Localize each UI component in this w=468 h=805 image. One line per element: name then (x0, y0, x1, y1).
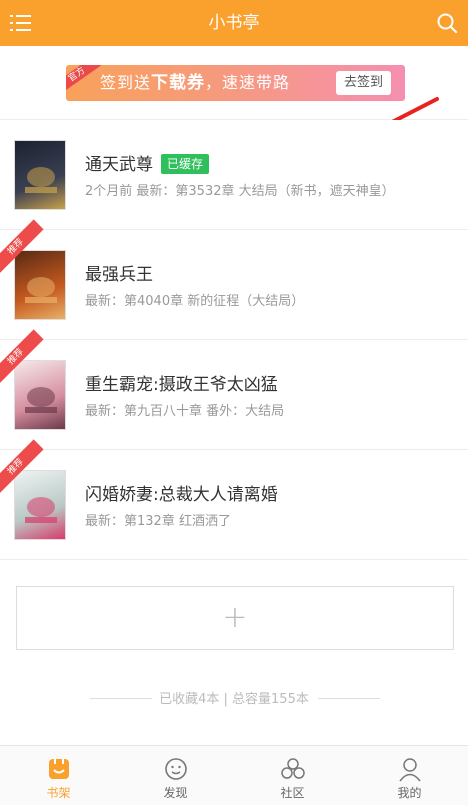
bottom-tab-bar: 书架 发现 社区 我的 (0, 745, 468, 805)
divider-left (90, 698, 152, 699)
cached-badge: 已缓存 (161, 154, 210, 174)
tab-profile[interactable]: 我的 (351, 746, 468, 805)
tab-label: 发现 (163, 786, 188, 800)
shelf-stats-text: 已收藏4本 | 总容量155本 (159, 692, 309, 707)
book-title: 重生霸宠:摄政王爷太凶猛 (85, 370, 278, 395)
top-app-bar: 小书亭 (0, 0, 468, 46)
book-cover (14, 470, 66, 540)
divider-right (318, 698, 380, 699)
banner-text-bold: 下载券 (151, 73, 206, 93)
tab-discover[interactable]: 发现 (117, 746, 234, 805)
book-latest-chapter: 最新：第132章 红酒洒了 (85, 514, 231, 529)
book-title: 最强兵王 (85, 260, 153, 285)
book-title-text: 闪婚娇妻:总裁大人请离婚 (85, 485, 278, 505)
tab-community[interactable]: 社区 (234, 746, 351, 805)
book-title: 通天武尊 已缓存 (85, 150, 210, 175)
book-title-text: 最强兵王 (85, 265, 153, 285)
checkin-button[interactable]: 去签到 (335, 71, 391, 95)
search-icon[interactable] (436, 12, 458, 34)
tab-label: 我的 (397, 786, 422, 800)
official-tag: 官方 (66, 65, 101, 95)
book-cover (14, 140, 66, 210)
bookshelf-icon (46, 756, 72, 782)
banner-text-suffix: ，速速带路 (205, 73, 291, 92)
book-cover (14, 250, 66, 320)
book-cover (14, 360, 66, 430)
tab-bookshelf[interactable]: 书架 (0, 746, 117, 805)
book-row[interactable]: 推荐 重生霸宠:摄政王爷太凶猛 最新：第九百八十章 番外：大结局 (0, 329, 468, 450)
book-row[interactable]: 推荐 闪婚娇妻:总裁大人请离婚 最新：第132章 红酒洒了 (0, 439, 468, 560)
book-title-text: 通天武尊 (85, 155, 153, 175)
tab-label: 社区 (280, 786, 305, 800)
plus-icon: + (222, 600, 248, 635)
book-latest-chapter: 2个月前 最新：第3532章 大结局（新书，遮天神皇） (85, 184, 395, 199)
book-row[interactable]: 推荐 最强兵王 最新：第4040章 新的征程（大结局） (0, 219, 468, 340)
shelf-stats: 已收藏4本 | 总容量155本 (0, 688, 468, 708)
book-latest-chapter: 最新：第4040章 新的征程（大结局） (85, 294, 305, 309)
book-title-text: 重生霸宠:摄政王爷太凶猛 (85, 375, 278, 395)
discover-icon (163, 756, 189, 782)
community-icon (280, 756, 306, 782)
book-latest-chapter: 最新：第九百八十章 番外：大结局 (85, 404, 285, 419)
tab-label: 书架 (46, 786, 71, 800)
banner-text-prefix: 签到送 (100, 73, 152, 92)
profile-icon (397, 756, 423, 782)
banner-text: 签到送下载券，速速带路 (100, 65, 290, 101)
page-title: 小书亭 (208, 13, 260, 33)
add-book-button[interactable]: + (16, 586, 454, 650)
book-row[interactable]: 通天武尊 已缓存 2个月前 最新：第3532章 大结局（新书，遮天神皇） (0, 120, 468, 230)
book-title: 闪婚娇妻:总裁大人请离婚 (85, 480, 278, 505)
